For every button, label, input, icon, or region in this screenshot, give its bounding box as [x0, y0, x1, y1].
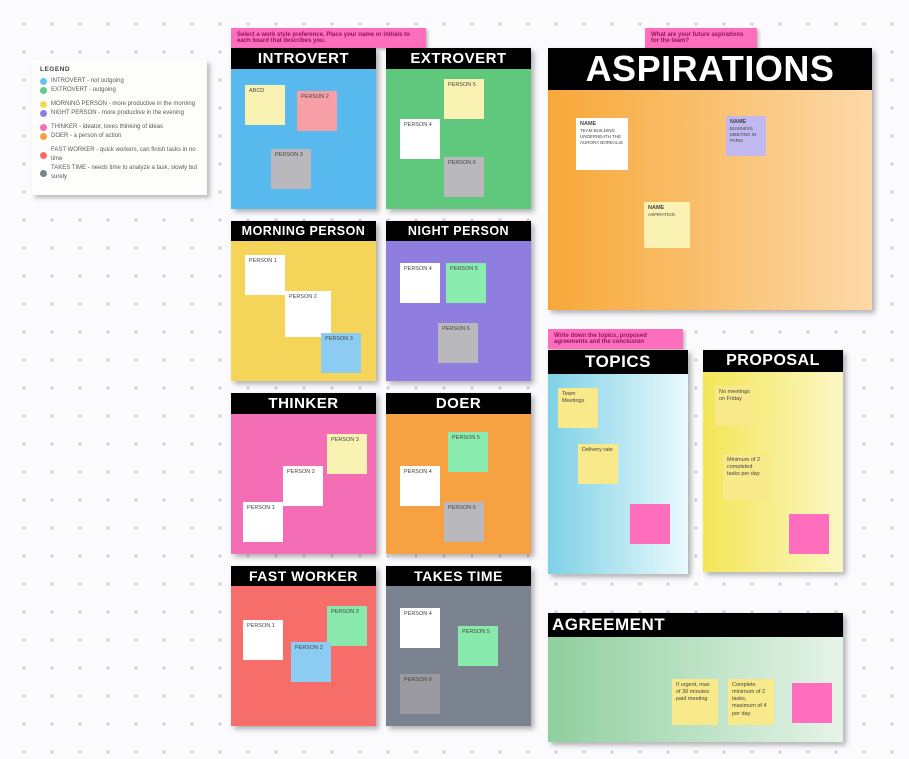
board-night[interactable]: NIGHT PERSON PERSON 4 PERSON 5 PERSON 6 — [386, 221, 531, 381]
sticky-note[interactable] — [789, 514, 829, 554]
legend-panel: LEGEND INTROVERT - not outgoing EXTROVER… — [32, 60, 207, 195]
board-title: THINKER — [231, 393, 376, 414]
sticky-note[interactable]: PERSON 4 — [400, 466, 440, 506]
board-agreement[interactable]: AGREEMENT If urgent, max of 30 minutes p… — [548, 613, 843, 742]
legend-row: DOER - a person of action — [40, 132, 199, 141]
board-morning[interactable]: MORNING PERSON PERSON 1 PERSON 2 PERSON … — [231, 221, 376, 381]
board-topics[interactable]: TOPICS Team Meetings Delivery rate — [548, 350, 688, 574]
legend-dot-icon — [40, 87, 47, 94]
legend-dot-icon — [40, 124, 47, 131]
legend-row: TAKES TIME - needs time to analyze a tas… — [40, 164, 199, 182]
sticky-note[interactable]: NAME ASPIRATION — [644, 202, 690, 248]
board-thinker[interactable]: THINKER PERSON 3 PERSON 2 PERSON 1 — [231, 393, 376, 554]
sticky-note[interactable]: PERSON 6 — [400, 674, 440, 714]
instruction-aspirations: What are your future aspirations for the… — [645, 28, 757, 48]
legend-row: EXTROVERT - outgoing — [40, 86, 199, 95]
sticky-note[interactable]: PERSON 5 — [448, 432, 488, 472]
sticky-note[interactable]: PERSON 3 — [321, 333, 361, 373]
sticky-note[interactable]: Minimum of 2 completed tasks per day — [723, 454, 769, 500]
sticky-note[interactable]: PERSON 2 — [291, 642, 331, 682]
legend-dot-icon — [40, 170, 47, 177]
board-title: FAST WORKER — [231, 566, 376, 586]
board-title: ASPIRATIONS — [548, 48, 872, 90]
sticky-note[interactable]: PERSON 1 — [243, 502, 283, 542]
sticky-note[interactable]: If urgent, max of 30 minutes paid meetin… — [672, 679, 718, 725]
board-title: EXTROVERT — [386, 48, 531, 69]
sticky-note[interactable]: ABCD — [245, 85, 285, 125]
sticky-note[interactable]: PERSON 5 — [444, 79, 484, 119]
instruction-prefs: Select a work style preference. Place yo… — [231, 28, 426, 48]
sticky-note[interactable]: NAME TEAM BUILDING UNDERNEATH THE AURORA… — [576, 118, 628, 170]
sticky-note[interactable]: Team Meetings — [558, 388, 598, 428]
board-title: MORNING PERSON — [231, 221, 376, 241]
board-extrovert[interactable]: EXTROVERT PERSON 5 PERSON 4 PERSON 6 — [386, 48, 531, 209]
instruction-agreement: Write down the topics, proposed agreemen… — [548, 329, 683, 349]
legend-row: INTROVERT - not outgoing — [40, 77, 199, 86]
sticky-note[interactable]: PERSON 5 — [458, 626, 498, 666]
sticky-note[interactable]: No meetings on Friday — [715, 386, 755, 426]
sticky-note[interactable]: PERSON 4 — [400, 608, 440, 648]
sticky-note[interactable]: PERSON 1 — [245, 255, 285, 295]
sticky-note[interactable]: PERSON 4 — [400, 119, 440, 159]
board-title: PROPOSAL — [703, 350, 843, 372]
sticky-note[interactable]: PERSON 4 — [400, 263, 440, 303]
legend-dot-icon — [40, 78, 47, 85]
sticky-note[interactable]: PERSON 2 — [283, 466, 323, 506]
legend-dot-icon — [40, 152, 47, 159]
sticky-note[interactable]: PERSON 5 — [446, 263, 486, 303]
board-title: TAKES TIME — [386, 566, 531, 586]
legend-dot-icon — [40, 101, 47, 108]
board-title: TOPICS — [548, 350, 688, 374]
board-aspirations[interactable]: ASPIRATIONS NAME TEAM BUILDING UNDERNEAT… — [548, 48, 872, 310]
board-proposal[interactable]: PROPOSAL No meetings on Friday Minimum o… — [703, 350, 843, 572]
legend-dot-icon — [40, 110, 47, 117]
legend-row: THINKER - ideator, loves thinking of ide… — [40, 123, 199, 132]
legend-title: LEGEND — [40, 66, 199, 73]
sticky-note[interactable]: PERSON 3 — [271, 149, 311, 189]
legend-row: NIGHT PERSON - more productive in the ev… — [40, 109, 199, 118]
board-title: AGREEMENT — [548, 613, 843, 637]
legend-dot-icon — [40, 133, 47, 140]
sticky-note[interactable]: Delivery rate — [578, 444, 618, 484]
board-takes-time[interactable]: TAKES TIME PERSON 4 PERSON 5 PERSON 6 — [386, 566, 531, 726]
sticky-note[interactable]: PERSON 3 — [327, 434, 367, 474]
legend-row: FAST WORKER - quick workers, can finish … — [40, 146, 199, 164]
board-doer[interactable]: DOER PERSON 5 PERSON 4 PERSON 6 — [386, 393, 531, 554]
sticky-note[interactable]: PERSON 6 — [438, 323, 478, 363]
board-title: DOER — [386, 393, 531, 414]
legend-row: MORNING PERSON - more productive in the … — [40, 100, 199, 109]
sticky-note[interactable]: PERSON 1 — [243, 620, 283, 660]
board-title: NIGHT PERSON — [386, 221, 531, 241]
board-fast-worker[interactable]: FAST WORKER PERSON 3 PERSON 1 PERSON 2 — [231, 566, 376, 726]
sticky-note[interactable] — [630, 504, 670, 544]
board-title: INTROVERT — [231, 48, 376, 69]
sticky-note[interactable]: PERSON 6 — [444, 502, 484, 542]
sticky-note[interactable]: PERSON 2 — [297, 91, 337, 131]
sticky-note[interactable]: PERSON 2 — [285, 291, 331, 337]
sticky-note[interactable] — [792, 683, 832, 723]
sticky-note[interactable]: PERSON 3 — [327, 606, 367, 646]
sticky-note[interactable]: Complete minimum of 2 tasks, maximum of … — [728, 679, 774, 725]
board-introvert[interactable]: INTROVERT ABCD PERSON 2 PERSON 3 — [231, 48, 376, 209]
sticky-note[interactable]: PERSON 6 — [444, 157, 484, 197]
sticky-note[interactable]: NAME BUSINESS MEETING IN PARIS — [726, 116, 766, 156]
